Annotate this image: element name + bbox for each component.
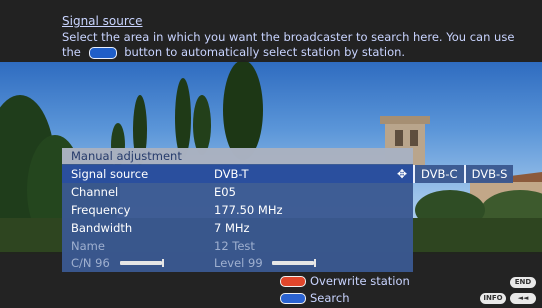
red-button-icon (280, 276, 306, 287)
row-label: Bandwidth (71, 221, 133, 235)
cn-label: C/N 96 (71, 256, 110, 270)
row-label: Name (71, 239, 105, 253)
end-key-icon[interactable]: END (510, 277, 536, 288)
navigate-arrows-icon: ✥ (396, 167, 407, 181)
level-label: Level 99 (214, 256, 263, 270)
level-bar-end (314, 259, 316, 267)
row-value: 7 MHz (214, 221, 250, 235)
overwrite-station-button[interactable]: Overwrite station (280, 273, 410, 289)
option-dvb-s[interactable]: DVB-S (463, 165, 514, 183)
row-signal-strength: C/N 96 Level 99 (62, 254, 413, 272)
page-title: Signal source (62, 14, 143, 28)
row-name: Name 12 Test (62, 237, 413, 255)
help-text-part2: button to automatically select station b… (124, 45, 406, 59)
row-label: Signal source (71, 167, 149, 181)
cn-bar-end (162, 259, 164, 267)
manual-adjustment-menu: Manual adjustment Signal source DVB-T ✥ … (62, 148, 413, 272)
search-button[interactable]: Search (280, 290, 350, 306)
search-label: Search (310, 291, 350, 305)
cn-bar (120, 261, 162, 265)
row-channel[interactable]: Channel E05 (62, 183, 413, 201)
help-text: Select the area in which you want the br… (62, 30, 522, 60)
signal-source-options: DVB-C DVB-S (413, 165, 514, 183)
row-bandwidth[interactable]: Bandwidth 7 MHz (62, 219, 413, 237)
row-value: 177.50 MHz (214, 203, 283, 217)
option-dvb-c[interactable]: DVB-C (413, 165, 464, 183)
menu-title: Manual adjustment (62, 148, 413, 164)
info-panel: Signal source Select the area in which y… (0, 0, 542, 62)
row-signal-source[interactable]: Signal source DVB-T ✥ (62, 165, 413, 183)
level-bar (272, 261, 314, 265)
info-key-icon[interactable]: INFO (480, 293, 506, 304)
blue-button-icon (88, 46, 117, 59)
row-label: Frequency (71, 203, 131, 217)
row-label: Channel (71, 185, 119, 199)
row-value: E05 (214, 185, 236, 199)
row-frequency[interactable]: Frequency 177.50 MHz (62, 201, 413, 219)
back-key-icon[interactable]: ◄◄ (510, 293, 536, 304)
row-value: 12 Test (214, 239, 255, 253)
blue-button-icon (280, 293, 306, 304)
row-value: DVB-T (214, 167, 249, 181)
overwrite-label: Overwrite station (310, 274, 410, 288)
